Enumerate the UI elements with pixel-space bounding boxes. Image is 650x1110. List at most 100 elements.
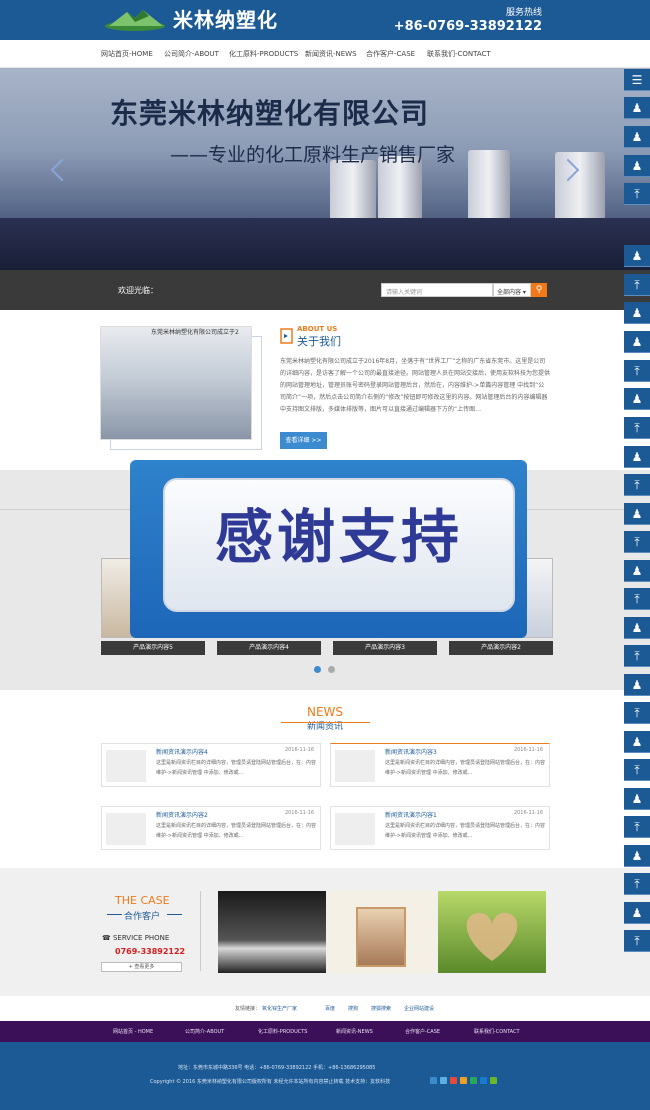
- nav-about[interactable]: 公司简介-ABOUT: [164, 49, 219, 59]
- carousel-dot[interactable]: [328, 666, 335, 673]
- news-divider-right: [318, 722, 370, 723]
- main-nav: 网站首页-HOME 公司简介-ABOUT 化工原料-PRODUCTS 新闻资讯-…: [0, 40, 650, 68]
- hero-banner: 东莞米林纳塑化有限公司 ——专业的化工原料生产销售厂家: [0, 68, 650, 270]
- product-label[interactable]: 产品演示内容2: [449, 641, 553, 655]
- site-header: 米林纳塑化 服务热线 +86-0769-33892122: [0, 0, 650, 40]
- side-top-button[interactable]: ⤒: [624, 183, 650, 205]
- footer-nav-news[interactable]: 新闻资讯-NEWS: [336, 1028, 373, 1035]
- cases-more-button[interactable]: + 查看更多: [101, 962, 182, 972]
- footer-nav-contact[interactable]: 联系我们-CONTACT: [474, 1028, 520, 1035]
- links-label: 友情链接：: [235, 1006, 261, 1012]
- side-qq-button[interactable]: ♟: [624, 155, 650, 177]
- friend-link[interactable]: 搜狐搜索: [371, 1005, 391, 1012]
- nav-case[interactable]: 合作客户-CASE: [366, 49, 415, 59]
- search-scope-select[interactable]: 全部内容 ▾: [493, 283, 531, 297]
- side-qq-button[interactable]: ♟: [624, 674, 650, 696]
- side-top-button[interactable]: ⤒: [624, 360, 650, 382]
- service-phone-label: ☎ SERVICE PHONE: [102, 934, 169, 942]
- side-top-button[interactable]: ⤒: [624, 930, 650, 952]
- side-top-button[interactable]: ⤒: [624, 702, 650, 724]
- footer-nav-about[interactable]: 公司简介-ABOUT: [185, 1028, 224, 1035]
- side-qq-button[interactable]: ♟: [624, 331, 650, 353]
- side-qq-button[interactable]: ♟: [624, 788, 650, 810]
- side-qq-button[interactable]: ♟: [624, 731, 650, 753]
- product-label[interactable]: 产品演示内容5: [101, 641, 205, 655]
- case-image-mountain[interactable]: [218, 891, 326, 973]
- share-douban-icon[interactable]: [470, 1077, 477, 1084]
- footer-nav: 网站首页 - HOME 公司简介-ABOUT 化工原料-PRODUCTS 新闻资…: [0, 1021, 650, 1042]
- nav-products[interactable]: 化工原料-PRODUCTS: [229, 49, 298, 59]
- share-renren-icon[interactable]: [460, 1077, 467, 1084]
- news-title[interactable]: 新闻资讯演示内容2: [156, 810, 208, 819]
- share-qzone-icon[interactable]: [430, 1077, 437, 1084]
- news-card[interactable]: 新闻资讯演示内容4 2016-11-16 这里是新闻资讯栏目的详细内容，管理员请…: [101, 743, 321, 787]
- footer-nav-home[interactable]: 网站首页 - HOME: [113, 1028, 153, 1035]
- slide-prev-icon[interactable]: [50, 158, 74, 182]
- side-qq-button[interactable]: ♟: [624, 97, 650, 119]
- hotline: 服务热线 +86-0769-33892122: [394, 5, 542, 34]
- side-top-button[interactable]: ⤒: [624, 873, 650, 895]
- nav-home[interactable]: 网站首页-HOME: [101, 49, 153, 59]
- search-button[interactable]: ⚲: [531, 283, 547, 297]
- news-title[interactable]: 新闻资讯演示内容3: [385, 747, 437, 756]
- cases-en: THE CASE: [115, 894, 170, 907]
- side-top-button[interactable]: ⤒: [624, 759, 650, 781]
- side-qq-button[interactable]: ♟: [624, 302, 650, 324]
- side-qq-button[interactable]: ♟: [624, 902, 650, 924]
- side-top-button[interactable]: ⤒: [624, 274, 650, 296]
- portrait-photo: [356, 907, 406, 967]
- hotline-label: 服务热线: [505, 8, 542, 18]
- side-top-button[interactable]: ⤒: [624, 816, 650, 838]
- news-card[interactable]: 新闻资讯演示内容1 2016-11-16 这里是新闻资讯栏目的详细内容，管理员请…: [330, 806, 550, 850]
- product-label[interactable]: 产品演示内容3: [333, 641, 437, 655]
- nav-news[interactable]: 新闻资讯-NEWS: [305, 49, 357, 59]
- search-input[interactable]: 请输入关键词: [381, 283, 493, 297]
- side-top-button[interactable]: ⤒: [624, 531, 650, 553]
- news-summary: 这里是新闻资讯栏目的详细内容，管理员请登陆网站管理后台，在：内容维护->新闻资讯…: [156, 760, 317, 776]
- product-label[interactable]: 产品演示内容4: [217, 641, 321, 655]
- share-tencent-icon[interactable]: [440, 1077, 447, 1084]
- carousel-dot-active[interactable]: [314, 666, 321, 673]
- case-image-portrait[interactable]: [328, 891, 436, 973]
- qq-icon: ♟: [631, 130, 643, 144]
- footer-nav-products[interactable]: 化工原料-PRODUCTS: [258, 1028, 307, 1035]
- side-top-button[interactable]: ⤒: [624, 588, 650, 610]
- news-cn: 新闻资讯: [306, 722, 343, 732]
- news-card[interactable]: 新闻资讯演示内容3 2016-11-16 这里是新闻资讯栏目的详细内容，管理员请…: [330, 743, 550, 787]
- friend-link[interactable]: 企业网站建设: [404, 1005, 434, 1012]
- back-to-top-icon: ⤒: [634, 478, 640, 492]
- site-footer: 地址：东莞市东城中路336号 电话：+86-0769-33892122 手机：+…: [0, 1042, 650, 1110]
- side-qq-button[interactable]: ♟: [624, 845, 650, 867]
- news-title[interactable]: 新闻资讯演示内容4: [156, 747, 208, 756]
- share-weibo-icon[interactable]: [450, 1077, 457, 1084]
- friend-link[interactable]: 氧化锌生产厂家: [262, 1005, 297, 1012]
- side-qq-button[interactable]: ♟: [624, 560, 650, 582]
- case-image-heart[interactable]: [438, 891, 546, 973]
- friend-link[interactable]: 百度: [325, 1005, 335, 1012]
- side-qq-button[interactable]: ♟: [624, 446, 650, 468]
- news-card[interactable]: 新闻资讯演示内容2 2016-11-16 这里是新闻资讯栏目的详细内容，管理员请…: [101, 806, 321, 850]
- side-menu-button[interactable]: ☰: [624, 69, 650, 91]
- footer-nav-case[interactable]: 合作客户-CASE: [405, 1028, 440, 1035]
- news-title[interactable]: 新闻资讯演示内容1: [385, 810, 437, 819]
- share-wechat-icon[interactable]: [490, 1077, 497, 1084]
- side-qq-button[interactable]: ♟: [624, 503, 650, 525]
- side-qq-button[interactable]: ♟: [624, 126, 650, 148]
- qq-icon: ♟: [631, 507, 643, 521]
- side-qq-button[interactable]: ♟: [624, 388, 650, 410]
- nav-contact[interactable]: 联系我们-CONTACT: [427, 49, 491, 59]
- side-top-button[interactable]: ⤒: [624, 417, 650, 439]
- back-to-top-icon: ⤒: [634, 278, 640, 292]
- share-kaixin-icon[interactable]: [480, 1077, 487, 1084]
- friend-link[interactable]: 搜狗: [348, 1005, 358, 1012]
- news-thumbnail: [335, 813, 375, 845]
- cases-divider: [200, 891, 201, 971]
- side-top-button[interactable]: ⤒: [624, 474, 650, 496]
- side-top-button[interactable]: ⤒: [624, 645, 650, 667]
- side-qq-button[interactable]: ♟: [624, 617, 650, 639]
- about-more-button[interactable]: 查看详细 >>: [280, 432, 327, 449]
- about-cn: 关于我们: [297, 335, 341, 348]
- logo[interactable]: 米林纳塑化: [105, 4, 278, 33]
- side-qq-button[interactable]: ♟: [624, 245, 650, 267]
- qq-icon: ♟: [631, 450, 643, 464]
